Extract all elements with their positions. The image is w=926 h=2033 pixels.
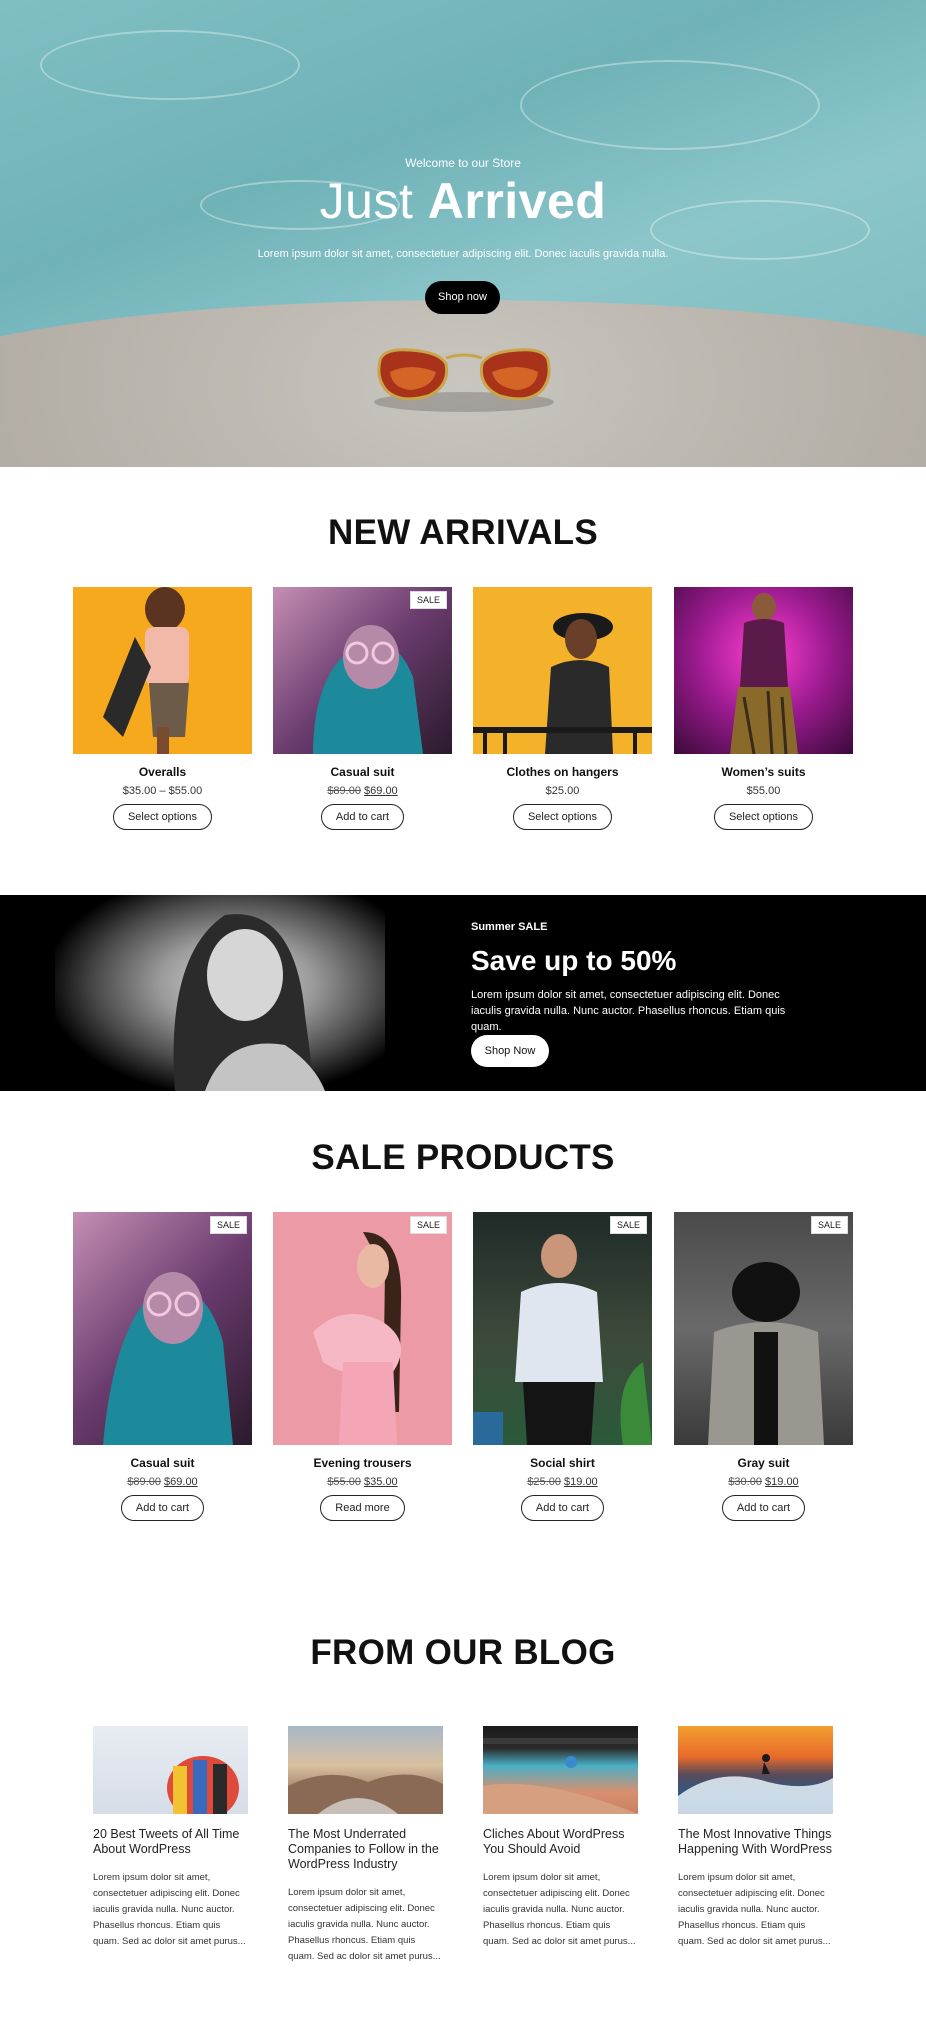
product-image[interactable]: SALE — [674, 1212, 853, 1445]
product-price: $89.00 $69.00 — [327, 785, 398, 797]
hero-description: Lorem ipsum dolor sit amet, consectetuer… — [257, 248, 669, 260]
product-card[interactable]: SALE Casual suit $89.00 $69.00 Add to ca… — [273, 587, 452, 830]
blog-post[interactable]: The Most Innovative Things Happening Wit… — [678, 1726, 833, 1950]
product-image[interactable]: SALE — [473, 1212, 652, 1445]
add-to-cart-button[interactable]: Add to cart — [320, 804, 405, 830]
product-card[interactable]: SALE Gray suit $30.00 $19.00 Add to cart — [674, 1212, 853, 1521]
product-price: $25.00 $19.00 — [527, 1476, 598, 1488]
sale-badge: SALE — [609, 1216, 647, 1234]
sale-badge: SALE — [409, 1216, 447, 1234]
add-to-cart-button[interactable]: Add to cart — [120, 1495, 205, 1521]
product-name[interactable]: Clothes on hangers — [473, 765, 652, 779]
product-name[interactable]: Casual suit — [273, 765, 452, 779]
product-price: $35.00 – $55.00 — [122, 785, 203, 797]
product-card[interactable]: Overalls $35.00 – $55.00 Select options — [73, 587, 252, 830]
select-options-button[interactable]: Select options — [512, 804, 613, 830]
product-image[interactable] — [473, 587, 652, 754]
product-card[interactable]: SALE Social shirt $25.00 $19.00 Add to c… — [473, 1212, 652, 1521]
blog-post-excerpt: Lorem ipsum dolor sit amet, consectetuer… — [93, 1872, 246, 1947]
product-image[interactable] — [73, 587, 252, 754]
select-options-button[interactable]: Select options — [713, 804, 814, 830]
product-card[interactable]: SALE Evening trousers $55.00 $35.00 Read… — [273, 1212, 452, 1521]
sale-badge: SALE — [209, 1216, 247, 1234]
promo-kicker: Summer SALE — [471, 921, 548, 933]
product-image[interactable] — [674, 587, 853, 754]
product-name[interactable]: Gray suit — [674, 1456, 853, 1470]
blog-post-image[interactable] — [93, 1726, 248, 1814]
sale-products-title: SALE PRODUCTS — [311, 1138, 615, 1177]
product-card[interactable]: Clothes on hangers $25.00 Select options — [473, 587, 652, 830]
read-more-button[interactable]: Read more — [320, 1495, 405, 1521]
product-price: $25.00 — [545, 785, 580, 797]
product-name[interactable]: Overalls — [73, 765, 252, 779]
add-to-cart-button[interactable]: Add to cart — [721, 1495, 806, 1521]
hero-kicker: Welcome to our Store — [405, 156, 521, 170]
select-options-button[interactable]: Select options — [112, 804, 213, 830]
product-card[interactable]: Women’s suits $55.00 Select options — [674, 587, 853, 830]
hero-title: Just Arrived — [319, 173, 607, 229]
hero-banner: Welcome to our Store Just Arrived Lorem … — [0, 0, 926, 467]
blog-post-image[interactable] — [288, 1726, 443, 1814]
product-image[interactable]: SALE — [273, 1212, 452, 1445]
blog-post-title[interactable]: The Most Underrated Companies to Follow … — [288, 1827, 443, 1872]
blog-title: FROM OUR BLOG — [310, 1633, 616, 1672]
promo-title: Save up to 50% — [471, 945, 677, 976]
blog-post-title[interactable]: 20 Best Tweets of All Time About WordPre… — [93, 1827, 248, 1857]
shop-now-button[interactable]: Shop now — [425, 281, 500, 314]
blog-post-excerpt: Lorem ipsum dolor sit amet, consectetuer… — [288, 1887, 441, 1962]
product-price: $30.00 $19.00 — [728, 1476, 799, 1488]
promo-model-image — [55, 895, 385, 1091]
product-price: $89.00 $69.00 — [127, 1476, 198, 1488]
product-price: $55.00 — [746, 785, 781, 797]
shop-now-button[interactable]: Shop Now — [471, 1035, 549, 1067]
promo-description: Lorem ipsum dolor sit amet, consectetuer… — [471, 989, 786, 1033]
blog-post[interactable]: 20 Best Tweets of All Time About WordPre… — [93, 1726, 248, 1950]
blog-post-image[interactable] — [678, 1726, 833, 1814]
water-ripple — [40, 30, 300, 100]
product-price: $55.00 $35.00 — [327, 1476, 398, 1488]
blog-post[interactable]: The Most Underrated Companies to Follow … — [288, 1726, 443, 1965]
add-to-cart-button[interactable]: Add to cart — [520, 1495, 605, 1521]
product-image[interactable]: SALE — [73, 1212, 252, 1445]
blog-post-title[interactable]: The Most Innovative Things Happening Wit… — [678, 1827, 833, 1857]
blog-post[interactable]: Cliches About WordPress You Should Avoid… — [483, 1726, 638, 1950]
sunglasses-image — [374, 348, 554, 412]
sale-badge: SALE — [409, 591, 447, 609]
blog-post-excerpt: Lorem ipsum dolor sit amet, consectetuer… — [678, 1872, 831, 1947]
new-arrivals-title: NEW ARRIVALS — [328, 513, 598, 552]
product-name[interactable]: Evening trousers — [273, 1456, 452, 1470]
product-name[interactable]: Women’s suits — [674, 765, 853, 779]
product-name[interactable]: Casual suit — [73, 1456, 252, 1470]
blog-post-image[interactable] — [483, 1726, 638, 1814]
product-card[interactable]: SALE Casual suit $89.00 $69.00 Add to ca… — [73, 1212, 252, 1521]
sale-badge: SALE — [810, 1216, 848, 1234]
summer-sale-banner: Summer SALE Save up to 50% Lorem ipsum d… — [0, 895, 926, 1091]
product-image[interactable]: SALE — [273, 587, 452, 754]
blog-post-excerpt: Lorem ipsum dolor sit amet, consectetuer… — [483, 1872, 636, 1947]
blog-post-title[interactable]: Cliches About WordPress You Should Avoid — [483, 1827, 638, 1857]
water-ripple — [520, 60, 820, 150]
product-name[interactable]: Social shirt — [473, 1456, 652, 1470]
